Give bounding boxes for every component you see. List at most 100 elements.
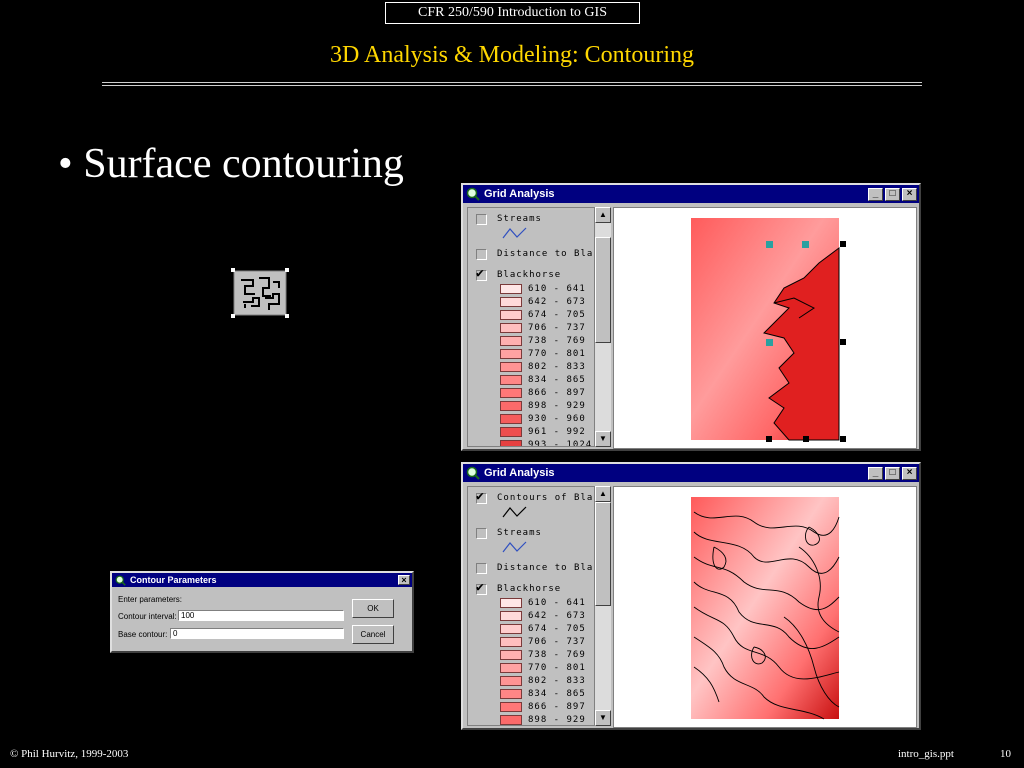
legend-item[interactable]: 866 - 897 <box>468 386 586 400</box>
layer-checkbox[interactable] <box>476 562 487 574</box>
dialog-titlebar[interactable]: Contour Parameters × <box>112 573 412 587</box>
legend-item[interactable]: 642 - 673 <box>468 295 586 309</box>
scroll-up-button[interactable]: ▲ <box>595 486 611 502</box>
bullet-text: • Surface contouring <box>58 141 404 187</box>
maximize-button[interactable]: □ <box>885 187 900 201</box>
legend-swatch[interactable] <box>500 349 522 359</box>
legend-swatch[interactable] <box>500 598 522 608</box>
legend-item[interactable]: 610 - 641 <box>468 282 586 296</box>
toc-scrollbar[interactable]: ▲ ▼ <box>595 486 611 726</box>
layer-checkbox[interactable] <box>476 248 487 260</box>
legend-swatch[interactable] <box>500 362 522 372</box>
dialog-title: Contour Parameters <box>130 575 217 585</box>
layer-checkbox[interactable] <box>476 266 487 281</box>
legend-swatch[interactable] <box>500 702 522 712</box>
legend-swatch[interactable] <box>500 414 522 424</box>
arcview-icon <box>466 466 480 480</box>
layer-item-streams[interactable]: Streams <box>468 526 542 540</box>
ok-button[interactable]: OK <box>352 599 394 618</box>
legend-item[interactable]: 706 - 737 <box>468 321 586 335</box>
close-button[interactable]: × <box>398 575 410 585</box>
layer-checkbox[interactable] <box>476 489 487 504</box>
legend-label: 866 - 897 <box>528 702 586 712</box>
legend-swatch[interactable] <box>500 663 522 673</box>
scroll-down-button[interactable]: ▼ <box>595 431 611 447</box>
maximize-button[interactable]: □ <box>885 466 900 480</box>
close-button[interactable]: × <box>902 187 917 201</box>
window-title: Grid Analysis <box>484 188 555 200</box>
legend-swatch[interactable] <box>500 401 522 411</box>
legend-item[interactable]: 770 - 801 <box>468 347 586 361</box>
legend-swatch[interactable] <box>500 611 522 621</box>
legend-label: 642 - 673 <box>528 297 586 307</box>
window-titlebar[interactable]: Grid Analysis _ □ × <box>463 185 919 203</box>
map-view-top[interactable] <box>613 207 917 449</box>
legend-swatch[interactable] <box>500 297 522 307</box>
legend-item[interactable]: 674 - 705 <box>468 308 586 322</box>
legend-swatch[interactable] <box>500 375 522 385</box>
legend-swatch[interactable] <box>500 323 522 333</box>
map-view-bottom[interactable] <box>613 486 917 728</box>
legend-item[interactable]: 674 - 705 <box>468 622 586 636</box>
layer-item-contours[interactable]: Contours of Blackho <box>468 489 594 505</box>
legend-item[interactable]: 961 - 992 <box>468 425 586 439</box>
layer-checkbox[interactable] <box>476 580 487 595</box>
legend-item[interactable]: 738 - 769 <box>468 648 586 662</box>
legend-swatch[interactable] <box>500 284 522 294</box>
layer-item-blackhorse[interactable]: Blackhorse <box>468 580 561 596</box>
contour-interval-input[interactable] <box>178 610 344 621</box>
legend-swatch[interactable] <box>500 427 522 437</box>
scroll-thumb[interactable] <box>595 502 611 606</box>
scroll-up-button[interactable]: ▲ <box>595 207 611 223</box>
legend-swatch[interactable] <box>500 388 522 398</box>
legend-swatch[interactable] <box>500 715 522 725</box>
legend-item[interactable]: 898 - 929 <box>468 713 586 725</box>
legend-item[interactable]: 930 - 960 <box>468 412 586 426</box>
legend-swatch[interactable] <box>500 310 522 320</box>
legend-item[interactable]: 738 - 769 <box>468 334 586 348</box>
legend-swatch[interactable] <box>500 336 522 346</box>
layer-checkbox[interactable] <box>476 213 487 225</box>
legend-item[interactable]: 770 - 801 <box>468 661 586 675</box>
legend-item[interactable]: 834 - 865 <box>468 373 586 387</box>
layer-item-distance[interactable]: Distance to Blackhc <box>468 247 594 261</box>
legend-item[interactable]: 993 - 1024 <box>468 438 592 446</box>
base-contour-input[interactable] <box>170 628 344 639</box>
scroll-thumb[interactable] <box>595 237 611 343</box>
legend-item[interactable]: 866 - 897 <box>468 700 586 714</box>
minimize-button[interactable]: _ <box>868 187 883 201</box>
legend-item[interactable]: 898 - 929 <box>468 399 586 413</box>
scroll-down-button[interactable]: ▼ <box>595 710 611 726</box>
layer-item-streams[interactable]: Streams <box>468 212 542 226</box>
grid-analysis-window-top: Grid Analysis _ □ × Streams Distance to … <box>461 183 921 451</box>
legend-label: 642 - 673 <box>528 611 586 621</box>
legend-swatch[interactable] <box>500 650 522 660</box>
toc-scrollbar[interactable]: ▲ ▼ <box>595 207 611 447</box>
layer-checkbox[interactable] <box>476 527 487 539</box>
contour-interval-label: Contour interval: <box>118 612 177 621</box>
legend-swatch[interactable] <box>500 624 522 634</box>
window-titlebar[interactable]: Grid Analysis _ □ × <box>463 464 919 482</box>
legend-swatch[interactable] <box>500 440 522 446</box>
legend-item[interactable]: 802 - 833 <box>468 360 586 374</box>
legend-item[interactable]: 834 - 865 <box>468 687 586 701</box>
line-symbol-icon <box>502 541 527 553</box>
layer-item-distance[interactable]: Distance to Blackhc <box>468 561 594 575</box>
legend-swatch[interactable] <box>500 689 522 699</box>
table-of-contents: Contours of Blackho Streams Distance to … <box>467 486 595 726</box>
legend-swatch[interactable] <box>500 637 522 647</box>
cancel-button[interactable]: Cancel <box>352 625 394 644</box>
legend-item[interactable]: 610 - 641 <box>468 596 586 610</box>
arcview-icon <box>466 187 480 201</box>
legend-item[interactable]: 642 - 673 <box>468 609 586 623</box>
legend-label: 802 - 833 <box>528 362 586 372</box>
legend-swatch[interactable] <box>500 676 522 686</box>
base-contour-label: Base contour: <box>118 630 168 639</box>
contour-tool-icon[interactable] <box>231 268 289 318</box>
legend-item[interactable]: 706 - 737 <box>468 635 586 649</box>
legend-item[interactable]: 802 - 833 <box>468 674 586 688</box>
layer-item-blackhorse[interactable]: Blackhorse <box>468 266 561 282</box>
minimize-button[interactable]: _ <box>868 466 883 480</box>
close-button[interactable]: × <box>902 466 917 480</box>
contour-parameters-dialog: Contour Parameters × Enter parameters: C… <box>110 571 414 653</box>
